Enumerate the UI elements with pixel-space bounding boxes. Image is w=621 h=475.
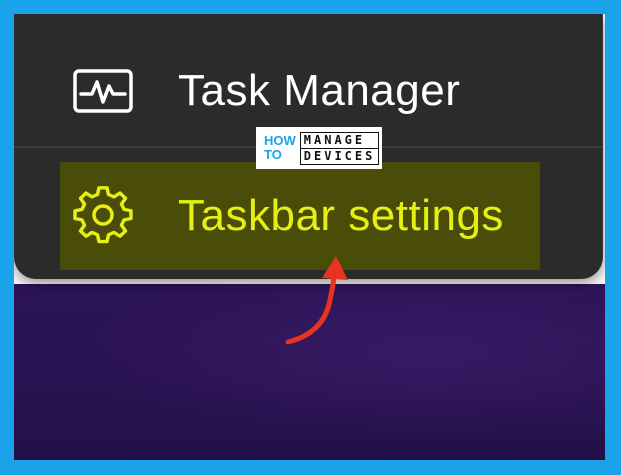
gear-icon xyxy=(68,186,138,246)
logo-how-to: HOW TO xyxy=(264,133,296,162)
screenshot-frame: Task Manager Taskbar settings HOW TO MAN… xyxy=(14,14,605,460)
task-manager-icon xyxy=(68,61,138,121)
menu-item-label: Task Manager xyxy=(178,66,461,115)
pointer-arrow-icon xyxy=(285,256,348,345)
menu-item-label: Taskbar settings xyxy=(178,191,504,240)
how-to-manage-devices-logo: HOW TO MANAGE DEVICES xyxy=(256,127,382,169)
menu-item-task-manager[interactable]: Task Manager xyxy=(60,59,560,123)
logo-manage-devices: MANAGE DEVICES xyxy=(299,131,380,165)
